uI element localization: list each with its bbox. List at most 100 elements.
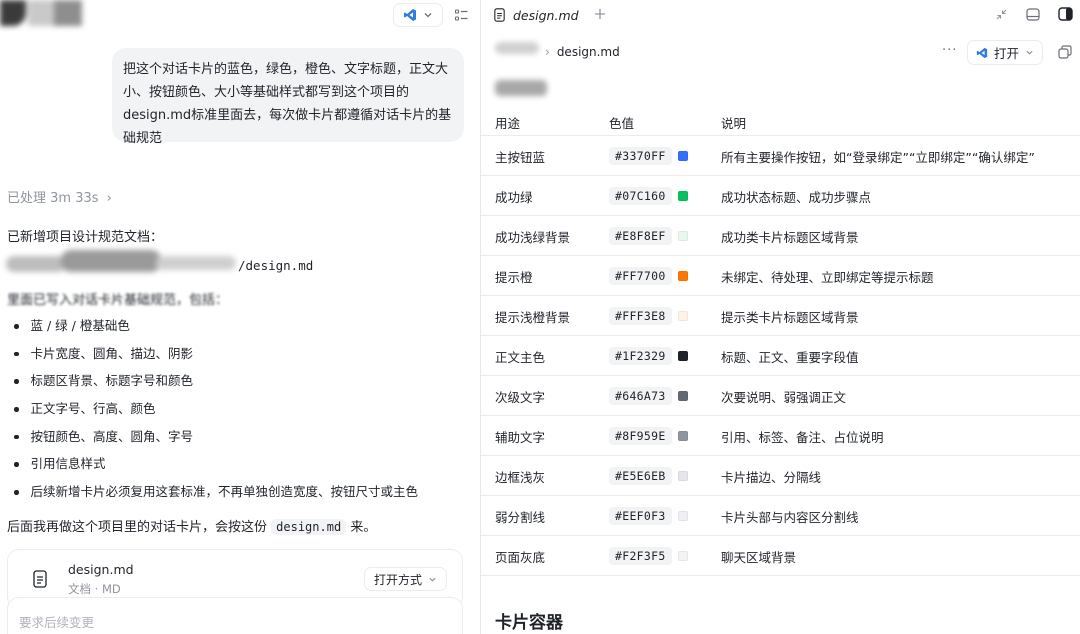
document-panel: design.md › design.md ··· 打开 用途 色值 说明 主按… [481, 0, 1080, 634]
file-name: design.md [68, 562, 134, 577]
usage-text: 辅助文字 [495, 429, 546, 445]
cell-usage: 提示浅橙背景 [495, 296, 570, 336]
collapse-button[interactable] [992, 5, 1010, 23]
tab-title: design.md [513, 7, 579, 23]
composer-placeholder: 要求后续变更 [19, 615, 95, 630]
list-icon [454, 8, 467, 21]
cell-usage: 次级文字 [495, 376, 545, 416]
open-with-button[interactable]: 打开方式 [364, 567, 448, 591]
cell-usage: 成功绿 [495, 176, 533, 216]
chevron-down-icon [424, 13, 432, 18]
hex-code: #E8F8EF [609, 227, 672, 245]
composer-input[interactable]: 要求后续变更 [7, 597, 463, 634]
vscode-icon [976, 47, 988, 58]
hex-code: #1F2329 [609, 347, 672, 365]
table-row: 辅助文字 #8F959E 引用、标签、备注、占位说明 [481, 416, 1080, 456]
usage-text: 主按钮蓝 [495, 149, 546, 165]
color-swatch [677, 191, 688, 201]
cell-usage: 提示橙 [495, 256, 533, 296]
avatar [0, 0, 82, 26]
cell-hex: #07C160 [609, 176, 688, 216]
breadcrumb-file: design.md [556, 45, 620, 59]
new-tab-button[interactable] [591, 5, 609, 23]
usage-text: 提示浅橙背景 [495, 309, 571, 325]
desc-text: 成功状态标题、成功步骤点 [721, 189, 872, 205]
open-button[interactable]: 打开 [967, 40, 1043, 65]
color-swatch [677, 351, 688, 361]
user-message-bubble: 把这个对话卡片的蓝色，绿色，橙色、文字标题，正文大小、按钮颜色、大小等基础样式都… [112, 48, 464, 146]
list-item: 引用信息样式 [10, 454, 418, 482]
hex-code: #FFF3E8 [609, 307, 672, 325]
cell-hex: #3370FF [609, 136, 688, 176]
added-doc-text: 已新增项目设计规范文档： [7, 230, 164, 245]
hex-code: #EEF0F3 [609, 507, 672, 525]
desc-text: 提示类卡片标题区域背景 [721, 309, 859, 325]
list-item: 正文字号、行高、颜色 [10, 399, 418, 427]
breadcrumb-redacted [495, 38, 543, 56]
color-swatch [677, 231, 688, 241]
color-swatch [677, 471, 688, 481]
list-item: 后续新增卡片必须复用这套标准，不再单独创造宽度、按钮尺寸或主色 [10, 482, 419, 510]
color-swatch [677, 271, 688, 281]
table-row: 边框浅灰 #E5E6EB 卡片描边、分隔线 [481, 456, 1080, 496]
includes-intro: 里面已写入对话卡片基础规范，包括： [7, 289, 228, 308]
table-row: 主按钮蓝 #3370FF 所有主要操作按钮，如“登录绑定”“立即绑定”“确认绑定” [481, 136, 1080, 176]
usage-text: 弱分割线 [495, 509, 546, 525]
chevron-down-icon [1026, 50, 1033, 55]
doc-path[interactable]: /design.md [238, 258, 313, 273]
list-toggle-button[interactable] [451, 5, 471, 25]
cell-hex: #1F2329 [609, 336, 688, 376]
chat-panel: 把这个对话卡片的蓝色，绿色，橙色、文字标题，正文大小、按钮颜色、大小等基础样式都… [0, 0, 481, 634]
cell-usage: 成功浅绿背景 [495, 216, 570, 256]
vscode-icon [404, 9, 416, 21]
hex-code: #07C160 [609, 187, 672, 205]
desc-text: 卡片描边、分隔线 [721, 469, 822, 485]
cell-desc: 卡片描边、分隔线 [721, 456, 821, 496]
cell-hex: #F2F3F5 [609, 536, 688, 576]
cell-desc: 成功状态标题、成功步骤点 [721, 176, 871, 216]
hex-code: #FF7700 [609, 267, 672, 285]
usage-text: 成功浅绿背景 [495, 229, 571, 245]
section-heading: 卡片容器 [495, 613, 563, 633]
table-row: 提示橙 #FF7700 未绑定、待处理、立即绑定等提示标题 [481, 256, 1080, 296]
cell-usage: 页面灰底 [495, 536, 545, 576]
chevron-down-icon [429, 577, 436, 582]
heading-redacted [495, 74, 551, 100]
copy-button[interactable] [1056, 43, 1074, 61]
list-item: 卡片宽度、圆角、描边、阴影 [10, 344, 418, 372]
color-swatch [677, 311, 688, 321]
panel-right-icon [1057, 7, 1073, 21]
usage-text: 提示橙 [495, 269, 533, 285]
usage-text: 页面灰底 [495, 549, 546, 565]
cell-hex: #646A73 [609, 376, 688, 416]
desc-text: 次要说明、弱强调正文 [721, 389, 847, 405]
color-swatch [677, 391, 688, 401]
file-meta: 文档 · MD [68, 582, 121, 596]
editor-select-button[interactable] [393, 3, 443, 27]
color-swatch [677, 551, 688, 561]
desc-text: 未绑定、待处理、立即绑定等提示标题 [721, 269, 934, 285]
desc-text: 引用、标签、备注、占位说明 [721, 429, 884, 445]
terminal-panel-button[interactable] [1024, 5, 1042, 23]
table-row: 提示浅橙背景 #FFF3E8 提示类卡片标题区域背景 [481, 296, 1080, 336]
processed-status[interactable]: 已处理 3m 33s › [7, 187, 112, 206]
hex-code: #646A73 [609, 387, 672, 405]
includes-list: 蓝 / 绿 / 橙基础色 卡片宽度、圆角、描边、阴影 标题区背景、标题字号和颜色… [10, 316, 419, 510]
cell-hex: #EEF0F3 [609, 496, 688, 536]
more-button[interactable]: ··· [942, 43, 957, 58]
open-button-label: 打开 [993, 46, 1019, 61]
list-item: 标题区背景、标题字号和颜色 [10, 371, 418, 399]
plus-icon [595, 9, 605, 19]
list-item: 按钮颜色、高度、圆角、字号 [10, 427, 418, 455]
closing-after: 来。 [350, 520, 377, 535]
sidebar-toggle-button[interactable] [1055, 4, 1075, 24]
closing-text: 后面我再做这个项目里的对话卡片，会按这份 design.md 来。 [7, 516, 376, 535]
header-usage: 用途 [495, 116, 521, 131]
chevron-right-icon: › [545, 45, 550, 59]
tab-design-md[interactable]: design.md [494, 5, 579, 25]
hex-code: #E5E6EB [609, 467, 672, 485]
cell-hex: #FF7700 [609, 256, 688, 296]
usage-text: 次级文字 [495, 389, 546, 405]
color-swatch [677, 151, 688, 161]
cell-desc: 未绑定、待处理、立即绑定等提示标题 [721, 256, 934, 296]
